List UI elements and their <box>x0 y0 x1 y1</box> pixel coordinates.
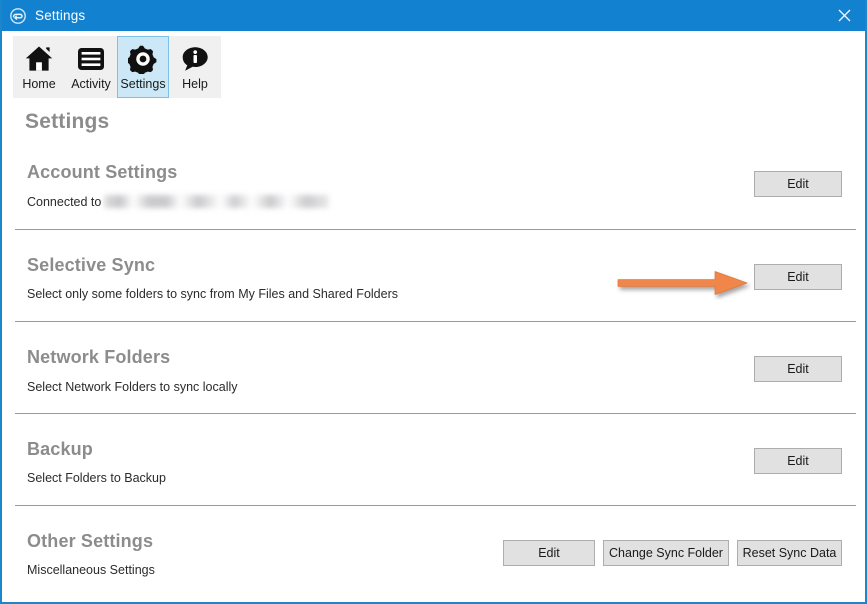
section-subtext: Select only some folders to sync from My… <box>27 287 398 301</box>
annotation-arrow-icon <box>614 266 754 300</box>
section-heading: Account Settings <box>27 162 178 182</box>
section-subtext: Select Network Folders to sync locally <box>27 380 238 394</box>
gear-icon <box>127 43 159 75</box>
title-bar: Settings <box>2 0 865 31</box>
section-divider <box>15 321 856 322</box>
section-subtext: Select Folders to Backup <box>27 471 166 485</box>
main-toolbar: Home Activity Settings Help <box>13 36 221 98</box>
toolbar-item-help-label: Help <box>182 77 208 91</box>
toolbar-item-activity-label: Activity <box>71 77 111 91</box>
network-folders-edit-button[interactable]: Edit <box>754 356 842 382</box>
section-heading: Network Folders <box>27 347 171 367</box>
section-subtext: Miscellaneous Settings <box>27 563 155 577</box>
settings-window: Settings Home Activity Settings Help Set… <box>0 0 867 604</box>
activity-icon <box>75 43 107 75</box>
home-icon <box>23 43 55 75</box>
toolbar-item-home-label: Home <box>22 77 56 91</box>
toolbar-item-activity[interactable]: Activity <box>65 36 117 98</box>
toolbar-item-settings-label: Settings <box>120 77 166 91</box>
section-heading: Other Settings <box>27 531 154 551</box>
window-title: Settings <box>35 7 86 23</box>
section-heading: Selective Sync <box>27 255 156 275</box>
section-heading: Backup <box>27 439 93 459</box>
toolbar-item-help[interactable]: Help <box>169 36 221 98</box>
section-divider <box>15 505 856 506</box>
selective-sync-edit-button[interactable]: Edit <box>754 264 842 290</box>
backup-edit-button[interactable]: Edit <box>754 448 842 474</box>
toolbar-item-home[interactable]: Home <box>13 36 65 98</box>
toolbar-item-settings[interactable]: Settings <box>117 36 169 98</box>
other-settings-edit-button[interactable]: Edit <box>503 540 595 566</box>
section-subtext: Connected to <box>27 195 330 209</box>
page-title: Settings <box>25 110 110 133</box>
sync-circle-icon <box>10 7 26 24</box>
reset-sync-data-button[interactable]: Reset Sync Data <box>737 540 842 566</box>
close-button[interactable] <box>821 0 865 31</box>
redacted-account-url <box>104 195 330 208</box>
section-divider <box>15 229 856 230</box>
help-icon <box>179 43 211 75</box>
section-subtext-text: Connected to <box>27 195 102 209</box>
account-settings-edit-button[interactable]: Edit <box>754 171 842 197</box>
section-divider <box>15 413 856 414</box>
change-sync-folder-button[interactable]: Change Sync Folder <box>603 540 729 566</box>
